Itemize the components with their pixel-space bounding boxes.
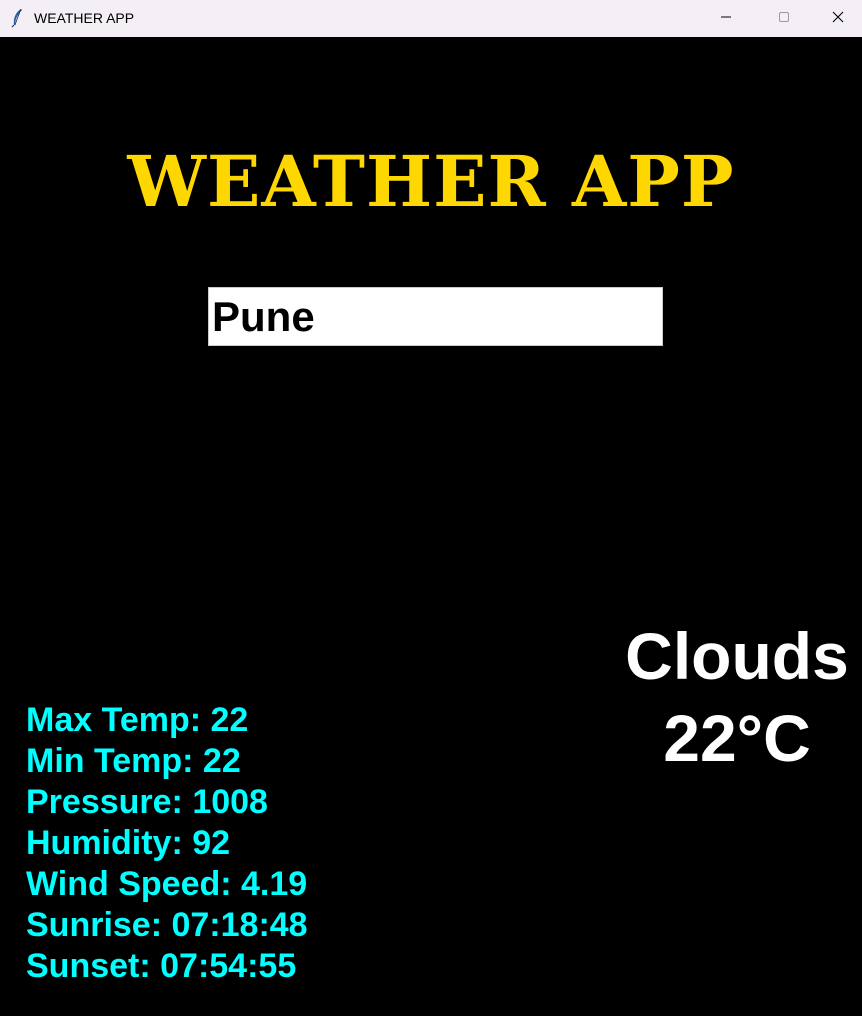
title-bar[interactable]: WEATHER APP [0, 0, 862, 37]
max-temp-label: Max Temp: 22 [26, 701, 249, 739]
app-heading: WEATHER APP [127, 140, 735, 223]
humidity-label: Humidity: 92 [26, 824, 231, 862]
pressure-label: Pressure: 1008 [26, 783, 268, 821]
sunset-label: Sunset: 07:54:55 [26, 947, 297, 985]
app-window: WEATHER APP WEATHER APP Clouds 22°C Max … [0, 0, 862, 1016]
current-temperature: 22°C [663, 701, 811, 775]
sunrise-label: Sunrise: 07:18:48 [26, 906, 308, 944]
minimize-button[interactable] [698, 0, 754, 37]
feather-icon [10, 8, 24, 28]
window-title: WEATHER APP [34, 10, 135, 26]
weather-condition: Clouds [625, 619, 849, 693]
min-temp-label: Min Temp: 22 [26, 742, 241, 780]
close-icon [832, 10, 844, 28]
city-search-input[interactable] [208, 287, 663, 346]
maximize-button[interactable] [756, 0, 812, 37]
wind-speed-label: Wind Speed: 4.19 [26, 865, 308, 903]
minimize-icon [720, 10, 732, 28]
close-button[interactable] [814, 0, 862, 37]
maximize-icon [778, 10, 790, 28]
weather-details-list: Max Temp: 22 Min Temp: 22 Pressure: 1008… [26, 700, 308, 987]
